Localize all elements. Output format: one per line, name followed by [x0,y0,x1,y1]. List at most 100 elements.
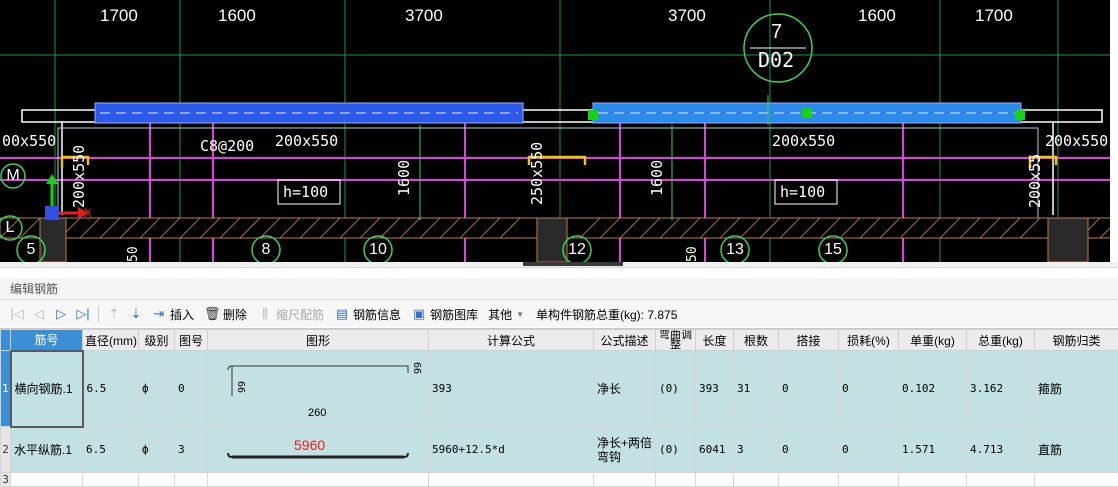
cell-bend-adjust[interactable]: (0) [656,427,696,473]
shape-left-dim: 66 [235,381,246,393]
header-bend-adjust[interactable]: 弯曲调整 [656,330,696,351]
vnote-small-1: 50 [126,246,141,262]
header-total-weight[interactable]: 总重(kg) [967,330,1035,351]
cell-diameter[interactable]: 6.5 [83,427,139,473]
dim-top-2: 1600 [218,7,256,24]
cell-empty[interactable] [83,473,139,487]
axis-num-10: 10 [363,235,393,262]
cell-figure-no[interactable]: 0 [175,351,208,427]
cell-formula[interactable]: 5960+12.5*d [429,427,594,473]
splitter-grip[interactable] [523,262,623,266]
cell-empty[interactable] [734,473,779,487]
cell-bar-name[interactable]: 水平纵筋.1 [11,427,83,473]
note-h2: h=100 [780,185,825,200]
row-number[interactable]: 3 [1,473,11,487]
header-figure-no[interactable]: 图号 [175,330,208,351]
cell-grade[interactable]: ф [139,427,175,473]
cell-length[interactable]: 6041 [696,427,734,473]
cell-formula-desc[interactable]: 净长 [594,351,656,427]
cell-grade[interactable]: ф [139,351,175,427]
cell-lap[interactable]: 0 [779,351,839,427]
prev-record-button[interactable]: ◁ [28,303,50,325]
cell-empty[interactable] [175,473,208,487]
cell-length[interactable]: 393 [696,351,734,427]
cell-empty[interactable] [967,473,1035,487]
table-row[interactable]: 3 [1,473,1118,487]
cell-shape[interactable]: 5960 [208,427,429,473]
cell-empty[interactable] [779,473,839,487]
other-label: 其他 [488,306,512,323]
axis-num-13: 13 [720,235,750,262]
header-loss[interactable]: 损耗(%) [839,330,899,351]
insert-label: 插入 [170,306,194,323]
cell-bar-name[interactable]: 横向钢筋.1 [11,351,83,427]
rebar-library-button[interactable]: ▣ 钢筋图库 [407,303,482,325]
cell-empty[interactable] [11,473,83,487]
rebar-info-button[interactable]: ▤ 钢筋信息 [330,303,405,325]
cell-formula-desc[interactable]: 净长+两倍弯钩 [594,427,656,473]
vnote-2: 1600 [395,160,413,196]
scale-rebar-button[interactable]: ⫼ 缩尺配筋 [253,303,328,325]
row-number[interactable]: 2 [1,427,11,473]
cell-figure-no[interactable]: 3 [175,427,208,473]
cell-diameter[interactable]: 6.5 [83,351,139,427]
header-length[interactable]: 长度 [696,330,734,351]
cell-formula[interactable]: 393 [429,351,594,427]
cell-empty[interactable] [139,473,175,487]
cell-total-weight[interactable]: 4.713 [967,427,1035,473]
cell-category[interactable]: 箍筋 [1035,351,1118,427]
table-row[interactable]: 1 横向钢筋.1 6.5 ф 0 66 66 260 393 净长 (0) 39 [1,351,1118,427]
header-unit-weight[interactable]: 单重(kg) [899,330,967,351]
delete-button[interactable]: 🗑 删除 [200,303,251,325]
cell-shape[interactable]: 66 66 260 [208,351,429,427]
viewport-right-edge [1110,0,1118,262]
cell-empty[interactable] [839,473,899,487]
trash-icon: 🗑 [204,306,220,322]
move-down-button[interactable]: ⇣ [125,303,147,325]
cell-empty[interactable] [594,473,656,487]
first-record-button[interactable]: |◁ [6,303,28,325]
header-count[interactable]: 根数 [734,330,779,351]
row-number[interactable]: 1 [1,351,11,427]
arrow-up-icon: ⇡ [109,306,120,322]
last-icon: ▷| [76,306,89,322]
next-icon: ▷ [56,306,66,322]
cell-lap[interactable]: 0 [779,427,839,473]
cell-unit-weight[interactable]: 0.102 [899,351,967,427]
next-record-button[interactable]: ▷ [50,303,72,325]
first-icon: |◁ [10,306,23,322]
header-lap[interactable]: 搭接 [779,330,839,351]
cell-empty[interactable] [899,473,967,487]
cell-empty[interactable] [656,473,696,487]
cell-count[interactable]: 3 [734,427,779,473]
cell-unit-weight[interactable]: 1.571 [899,427,967,473]
cell-empty[interactable] [696,473,734,487]
axis-num-5: 5 [16,235,46,262]
header-shape[interactable]: 图形 [208,330,429,351]
cell-bend-adjust[interactable]: (0) [656,351,696,427]
last-record-button[interactable]: ▷| [72,303,94,325]
cell-empty[interactable] [208,473,429,487]
rebar-library-label: 钢筋图库 [430,306,478,323]
cell-category[interactable]: 直筋 [1035,427,1118,473]
grid-bubble-top: 7 [771,22,782,42]
header-grade[interactable]: 级别 [139,330,175,351]
cad-viewport[interactable]: 1700 1600 3700 3700 1600 1700 7 D02 00x5… [0,0,1118,262]
header-category[interactable]: 钢筋归类 [1035,330,1118,351]
cell-total-weight[interactable]: 3.162 [967,351,1035,427]
move-up-button[interactable]: ⇡ [103,303,125,325]
insert-button[interactable]: ⇥ 插入 [147,303,198,325]
dim-top-4: 3700 [668,7,706,24]
cell-empty[interactable] [429,473,594,487]
cell-count[interactable]: 31 [734,351,779,427]
header-formula-desc[interactable]: 公式描述 [594,330,656,351]
header-formula[interactable]: 计算公式 [429,330,594,351]
other-dropdown[interactable]: 其他 ▼ [484,303,528,325]
header-bar-no[interactable]: 筋号 [11,330,83,351]
header-diameter[interactable]: 直径(mm) [83,330,139,351]
cell-loss[interactable]: 0 [839,427,899,473]
table-row[interactable]: 2 水平纵筋.1 6.5 ф 3 5960 5960+12.5*d 净长+两倍弯… [1,427,1118,473]
cell-empty[interactable] [1035,473,1118,487]
cell-loss[interactable]: 0 [839,351,899,427]
vnote-4: 1600 [648,160,666,196]
